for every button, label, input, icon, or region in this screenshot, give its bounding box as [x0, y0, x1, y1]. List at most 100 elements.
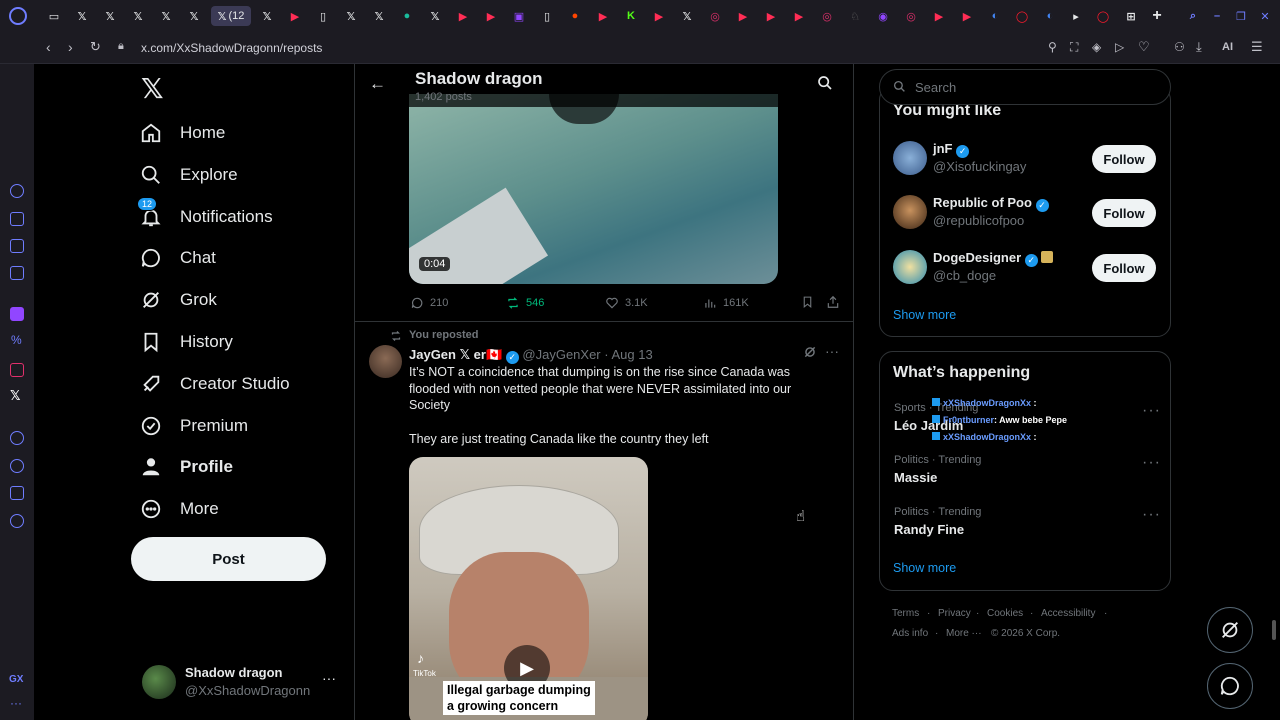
- tweet-date[interactable]: · Aug 13: [604, 347, 652, 362]
- author-handle[interactable]: @JayGenXer: [522, 347, 600, 362]
- footer-cookies[interactable]: Cookies: [987, 608, 1023, 619]
- tab[interactable]: ◎: [704, 6, 726, 26]
- more-icon[interactable]: ···: [825, 343, 839, 359]
- footer-more[interactable]: More ···: [946, 628, 982, 639]
- player-icon[interactable]: [10, 431, 24, 445]
- new-tab-icon[interactable]: +: [1146, 6, 1168, 26]
- account-switcher[interactable]: Shadow dragon @XxShadowDragonn ···: [142, 662, 342, 702]
- tab[interactable]: ▸: [1065, 6, 1087, 26]
- more-icon[interactable]: ···: [1142, 402, 1161, 420]
- views-button[interactable]: 161K: [703, 296, 749, 310]
- nav-home[interactable]: Home: [140, 118, 225, 148]
- like-button[interactable]: 3.1K: [605, 296, 648, 310]
- follow-button[interactable]: Follow: [1092, 199, 1156, 227]
- tab[interactable]: 𝕏: [127, 6, 149, 26]
- follow-button[interactable]: Follow: [1092, 254, 1156, 282]
- trend-item[interactable]: Politics · Trending Randy Fine ···: [880, 504, 1170, 540]
- workspace-icon[interactable]: [10, 212, 24, 226]
- tab[interactable]: ▶: [760, 6, 782, 26]
- repost-button[interactable]: 546: [506, 296, 544, 310]
- tab[interactable]: ▶: [788, 6, 810, 26]
- tab[interactable]: ▭: [43, 6, 65, 26]
- messages-float-button[interactable]: [1207, 663, 1253, 709]
- tab[interactable]: ▶: [452, 6, 474, 26]
- tab[interactable]: ▶: [284, 6, 306, 26]
- tab[interactable]: ◐: [984, 6, 1006, 26]
- nav-notifications[interactable]: 12 Notifications: [137, 197, 273, 232]
- minimize-icon[interactable]: –: [1206, 6, 1228, 26]
- grok-icon[interactable]: [803, 345, 817, 364]
- show-more-link[interactable]: Show more: [893, 561, 956, 575]
- pin-icon[interactable]: ⚲: [1048, 40, 1057, 54]
- url-text[interactable]: x.com/XxShadowDragonn/reposts: [141, 41, 322, 55]
- nav-creator-studio[interactable]: Creator Studio: [140, 369, 290, 399]
- x-icon[interactable]: 𝕏: [10, 388, 20, 404]
- nav-premium[interactable]: Premium: [140, 411, 248, 441]
- tab[interactable]: ◎: [900, 6, 922, 26]
- tab[interactable]: 𝕏: [424, 6, 446, 26]
- nav-grok[interactable]: Grok: [140, 285, 217, 315]
- follow-button[interactable]: Follow: [1092, 145, 1156, 173]
- tab[interactable]: 𝕏: [155, 6, 177, 26]
- close-window-icon[interactable]: ✕: [1254, 6, 1276, 26]
- tab[interactable]: ●: [564, 6, 586, 26]
- footer-terms[interactable]: Terms: [892, 608, 919, 619]
- tab[interactable]: ◯: [1092, 6, 1114, 26]
- suggestion-row[interactable]: Republic of Poo ✓ @republicofpoo Follow: [880, 193, 1170, 233]
- more-icon[interactable]: ···: [10, 696, 22, 710]
- back-arrow-icon[interactable]: ←: [369, 74, 386, 94]
- tab[interactable]: ▶: [592, 6, 614, 26]
- history-icon[interactable]: [10, 459, 24, 473]
- author-avatar[interactable]: [369, 345, 402, 378]
- tab[interactable]: 𝕏: [368, 6, 390, 26]
- nav-more[interactable]: More: [140, 494, 219, 524]
- tab[interactable]: ◐: [1039, 6, 1061, 26]
- nav-history[interactable]: History: [140, 327, 233, 357]
- more-icon[interactable]: ···: [1142, 506, 1161, 524]
- messenger-icon[interactable]: [10, 266, 24, 280]
- author-name[interactable]: JayGen 𝕏 er🇨🇦: [409, 347, 502, 362]
- tab[interactable]: ▯: [536, 6, 558, 26]
- tab[interactable]: 𝕏: [340, 6, 362, 26]
- tab[interactable]: ◉: [872, 6, 894, 26]
- percent-icon[interactable]: %: [11, 333, 22, 347]
- active-tab[interactable]: 𝕏 (12: [211, 6, 251, 26]
- tab[interactable]: ▶: [480, 6, 502, 26]
- footer-privacy[interactable]: Privacy: [938, 608, 971, 619]
- nav-profile[interactable]: Profile: [140, 452, 233, 482]
- more-icon[interactable]: ···: [322, 670, 336, 686]
- opera-logo-icon[interactable]: [9, 7, 27, 25]
- nav-chat[interactable]: Chat: [140, 243, 216, 273]
- ai-label[interactable]: AI: [1222, 41, 1233, 53]
- forward-icon[interactable]: ›: [68, 39, 73, 55]
- x-logo-icon[interactable]: 𝕏: [141, 72, 164, 105]
- gx-icon[interactable]: GX: [9, 674, 23, 685]
- tab[interactable]: 𝕏: [99, 6, 121, 26]
- footer-accessibility[interactable]: Accessibility: [1041, 608, 1095, 619]
- search-input[interactable]: Search: [915, 80, 956, 95]
- snapshot-icon[interactable]: ⛶: [1070, 40, 1078, 55]
- menu-icon[interactable]: ☰: [1251, 39, 1263, 55]
- maximize-icon[interactable]: ❐: [1230, 6, 1252, 26]
- extensions-icon[interactable]: [10, 486, 24, 500]
- show-more-link[interactable]: Show more: [893, 308, 956, 322]
- settings-icon[interactable]: [10, 514, 24, 528]
- more-icon[interactable]: ···: [1142, 454, 1161, 472]
- nav-explore[interactable]: Explore: [140, 160, 238, 190]
- tab[interactable]: ▶: [732, 6, 754, 26]
- tab[interactable]: ▶: [928, 6, 950, 26]
- video-thumbnail[interactable]: ▶ ♪ TikTok Illegal garbage dumping a gro…: [409, 457, 648, 720]
- suggestion-row[interactable]: DogeDesigner ✓ @cb_doge Follow: [880, 248, 1170, 288]
- download-icon[interactable]: ⤓: [1196, 39, 1202, 55]
- suggestion-row[interactable]: jnF ✓ @Xisofuckingay Follow: [880, 139, 1170, 179]
- tab[interactable]: ♘: [844, 6, 866, 26]
- bookmark-icon[interactable]: [801, 295, 814, 314]
- search-box[interactable]: Search: [879, 69, 1171, 105]
- shield-icon[interactable]: ◈: [1092, 40, 1101, 54]
- tab[interactable]: ▶: [648, 6, 670, 26]
- account-icon[interactable]: ⚇: [1174, 40, 1185, 54]
- tab[interactable]: 𝕏: [676, 6, 698, 26]
- tab[interactable]: ◯: [1011, 6, 1033, 26]
- grok-float-button[interactable]: [1207, 607, 1253, 653]
- instagram-icon[interactable]: [10, 363, 24, 377]
